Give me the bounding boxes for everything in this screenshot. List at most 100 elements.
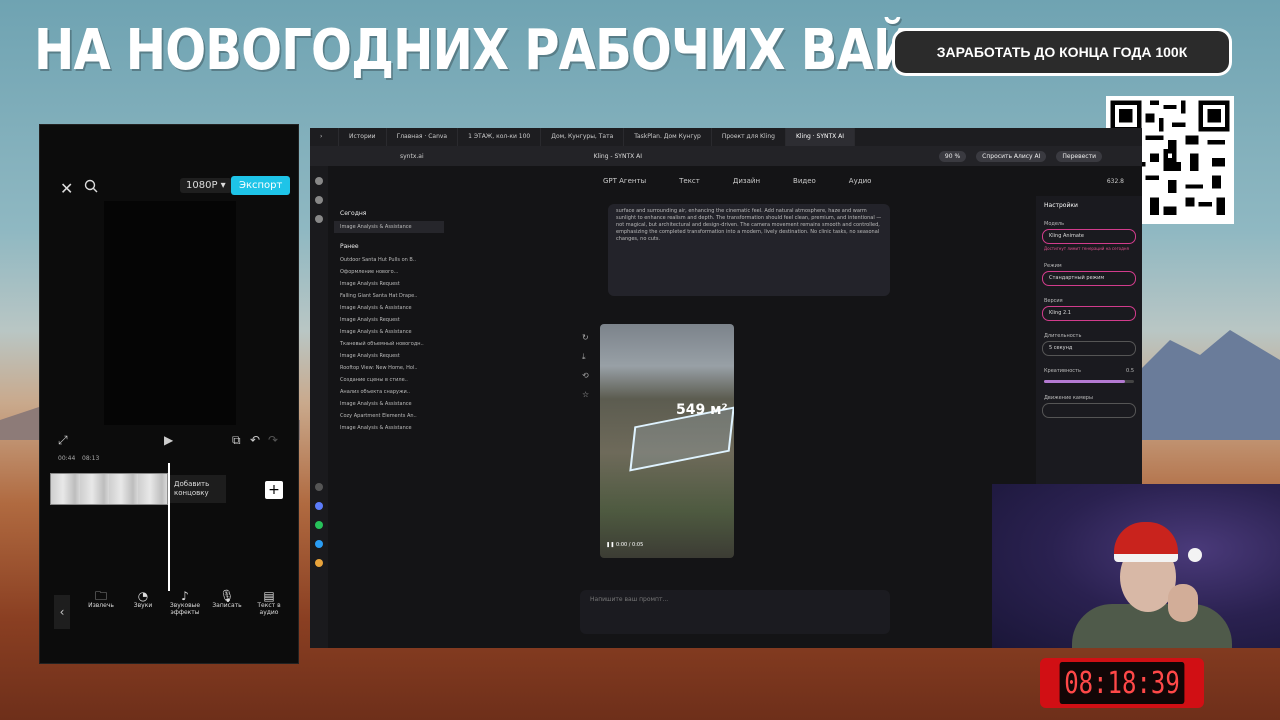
earlier-header: Ранее xyxy=(340,243,359,250)
translate-button[interactable]: Перевести xyxy=(1056,150,1102,162)
video-controls[interactable]: ❚❚ 0:00 / 0:05 xyxy=(606,542,643,548)
list-item[interactable]: Image Analysis & Assistance xyxy=(334,422,444,434)
mic-icon: 🎙 xyxy=(219,589,235,603)
history-icon[interactable] xyxy=(315,196,323,204)
tool-sfx[interactable]: ♪ Звуковые эффекты xyxy=(164,590,206,616)
generated-video[interactable]: 549 м² ❚❚ 0:00 / 0:05 xyxy=(600,324,734,558)
downloads-icon[interactable] xyxy=(315,215,323,223)
tab-canva[interactable]: Главная · Canva xyxy=(387,128,459,146)
video-actions: ↻ ⤓ ⟲ ☆ xyxy=(582,328,589,404)
mode-select[interactable]: Стандартный режим xyxy=(1042,271,1136,286)
creativity-label: Креативность 0.5 xyxy=(1044,368,1134,374)
video-clip-strip[interactable] xyxy=(50,473,168,505)
list-item[interactable]: Image Analysis Request xyxy=(334,350,444,362)
goal-text: ЗАРАБОТАТЬ ДО КОНЦА ГОДА 100К xyxy=(895,31,1229,73)
list-item[interactable]: Image Analysis & Assistance xyxy=(334,221,444,233)
tab-kling-project[interactable]: Проект для Kling xyxy=(712,128,786,146)
tab-history[interactable]: Истории xyxy=(339,128,387,146)
hat-pompom xyxy=(1188,548,1202,562)
url-field[interactable]: syntx.ai xyxy=(400,153,424,160)
goal-banner: ЗАРАБОТАТЬ ДО КОНЦА ГОДА 100К xyxy=(892,28,1232,76)
settings-title: Настройки xyxy=(1044,202,1078,209)
download-icon[interactable]: ⤓ xyxy=(582,347,589,366)
fullscreen-icon[interactable]: ⤢ xyxy=(58,433,68,448)
creativity-fill xyxy=(1044,380,1125,383)
list-item[interactable]: Falling Giant Santa Hat Drape.. xyxy=(334,290,444,302)
refresh-icon[interactable]: ↻ xyxy=(582,328,589,347)
add-ending-button[interactable]: Добавить концовку xyxy=(168,475,226,503)
ask-alice-button[interactable]: Спросить Алису AI xyxy=(976,150,1047,162)
resolution-select[interactable]: 1080P ▾ xyxy=(180,178,232,193)
redo-icon[interactable]: ↷ xyxy=(268,433,278,447)
list-item[interactable]: Image Analysis & Assistance xyxy=(334,398,444,410)
list-item[interactable]: Тканевый объемный новогодн.. xyxy=(334,338,444,350)
browser-sidebar xyxy=(310,166,328,648)
streamer-hand xyxy=(1168,584,1198,622)
creativity-value: 0.5 xyxy=(1126,368,1134,374)
webcam-overlay xyxy=(992,484,1280,648)
crop-icon[interactable]: ⧉ xyxy=(232,433,241,448)
mail-icon[interactable] xyxy=(315,483,323,491)
telegram-icon[interactable] xyxy=(315,540,323,548)
nav-text[interactable]: Текст xyxy=(679,177,700,185)
close-icon[interactable]: ✕ xyxy=(60,179,73,198)
list-item[interactable]: Cozy Apartment Elements An.. xyxy=(334,410,444,422)
list-item[interactable]: Image Analysis & Assistance xyxy=(334,302,444,314)
list-item[interactable]: Image Analysis & Assistance xyxy=(334,326,444,338)
search-icon[interactable] xyxy=(84,179,98,193)
play-icon[interactable]: ▶ xyxy=(164,433,173,447)
version-select[interactable]: Kling 2.1 xyxy=(1042,306,1136,321)
chevron-left-icon[interactable]: ‹ xyxy=(54,595,70,629)
assistant-message: surface and surrounding air, enhancing t… xyxy=(608,204,890,296)
video-area-label: 549 м² xyxy=(676,402,728,418)
nav-audio[interactable]: Аудио xyxy=(849,177,872,185)
duration-label: Длительность xyxy=(1044,333,1082,339)
mobile-video-editor: ✕ 1080P ▾ Экспорт ⤢ ▶ ⧉ ↶ ↷ 00:44 08:13 … xyxy=(39,124,299,664)
list-item[interactable]: Image Analysis Request xyxy=(334,278,444,290)
creativity-slider[interactable] xyxy=(1044,380,1134,383)
stream-title: НА НОВОГОДНИХ РАБОЧИХ ВАЙБАХ xyxy=(34,18,1022,83)
nav-gpt-agents[interactable]: GPT Агенты xyxy=(603,177,646,185)
camera-select[interactable] xyxy=(1042,403,1136,418)
vk-icon[interactable] xyxy=(315,502,323,510)
tab-kling-syntx[interactable]: Kling · SYNTX AI xyxy=(785,128,856,146)
tab-pinned[interactable]: › xyxy=(310,128,339,146)
tool-sounds[interactable]: ◔ Звуки xyxy=(122,590,164,616)
music-icon[interactable] xyxy=(315,559,323,567)
site-nav: GPT Агенты Текст Дизайн Видео Аудио 632.… xyxy=(328,166,1142,196)
duration-select[interactable]: 5 секунд xyxy=(1042,341,1136,356)
undo-icon[interactable]: ↶ xyxy=(250,433,260,447)
model-select[interactable]: Kling Animate xyxy=(1042,229,1136,244)
list-item[interactable]: Image Analysis Request xyxy=(334,314,444,326)
playhead[interactable] xyxy=(168,463,170,591)
list-item[interactable]: Outdoor Santa Hut Pulls on B.. xyxy=(334,254,444,266)
tab-taskplan[interactable]: TaskPlan. Дом Кунгур xyxy=(624,128,712,146)
video-preview xyxy=(104,201,236,425)
zoom-level[interactable]: 90 % xyxy=(938,150,967,162)
list-item[interactable]: Анализ объекта снаружи.. xyxy=(334,386,444,398)
model-label: Модель xyxy=(1044,221,1065,227)
list-item[interactable]: Оформление нового... xyxy=(334,266,444,278)
nav-video[interactable]: Видео xyxy=(793,177,816,185)
whatsapp-icon[interactable] xyxy=(315,521,323,529)
total-time: 08:13 xyxy=(82,455,100,462)
page-title: Kling - SYNTX AI xyxy=(593,152,643,160)
list-item[interactable]: Создание сцены в стиле.. xyxy=(334,374,444,386)
bookmark-icon[interactable] xyxy=(315,177,323,185)
star-icon[interactable]: ☆ xyxy=(582,385,589,404)
add-clip-button[interactable]: + xyxy=(265,481,283,499)
nav-design[interactable]: Дизайн xyxy=(733,177,760,185)
mode-label: Режим xyxy=(1044,263,1062,269)
prompt-input[interactable]: Напишите ваш промпт... xyxy=(580,590,890,634)
video-time: 0:00 / 0:05 xyxy=(615,542,644,548)
export-button[interactable]: Экспорт xyxy=(231,176,291,195)
tab-bar: › Истории Главная · Canva 1 ЭТАЖ, кол-ки… xyxy=(310,128,1142,146)
limit-warning: Достигнут лимит генераций на сегодня xyxy=(1044,246,1129,251)
tool-tts[interactable]: ▤ Текст в аудио xyxy=(248,590,290,616)
list-item[interactable]: Rooftop View: New Home, Hol.. xyxy=(334,362,444,374)
loop-icon[interactable]: ⟲ xyxy=(582,366,589,385)
tab-listing-2[interactable]: Дом, Кунгуры, Тата xyxy=(541,128,625,146)
tool-record[interactable]: 🎙 Записать xyxy=(206,589,248,616)
tool-extract[interactable]: 🗀 Извлечь xyxy=(80,590,122,616)
tab-listing-1[interactable]: 1 ЭТАЖ, кол-ки 100 xyxy=(458,128,542,146)
